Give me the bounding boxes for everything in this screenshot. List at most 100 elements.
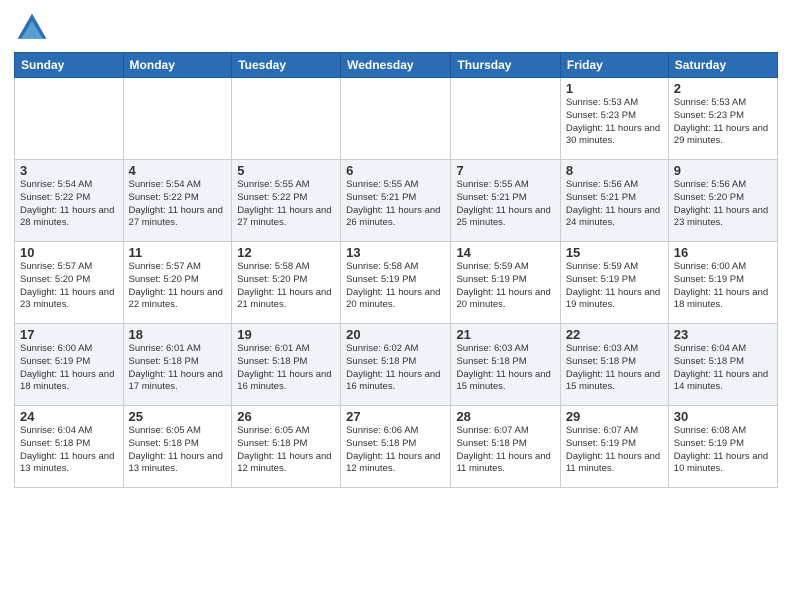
calendar-week-row: 3Sunrise: 5:54 AM Sunset: 5:22 PM Daylig…	[15, 160, 778, 242]
day-number: 14	[456, 245, 554, 260]
day-detail: Sunrise: 6:07 AM Sunset: 5:19 PM Dayligh…	[566, 425, 663, 476]
day-detail: Sunrise: 5:55 AM Sunset: 5:22 PM Dayligh…	[237, 179, 335, 230]
calendar-body: 1Sunrise: 5:53 AM Sunset: 5:23 PM Daylig…	[15, 78, 778, 488]
calendar-cell: 23Sunrise: 6:04 AM Sunset: 5:18 PM Dayli…	[668, 324, 777, 406]
day-detail: Sunrise: 6:01 AM Sunset: 5:18 PM Dayligh…	[237, 343, 335, 394]
day-number: 22	[566, 327, 663, 342]
day-detail: Sunrise: 6:06 AM Sunset: 5:18 PM Dayligh…	[346, 425, 445, 476]
day-detail: Sunrise: 6:01 AM Sunset: 5:18 PM Dayligh…	[129, 343, 227, 394]
day-detail: Sunrise: 5:54 AM Sunset: 5:22 PM Dayligh…	[20, 179, 118, 230]
calendar-cell: 25Sunrise: 6:05 AM Sunset: 5:18 PM Dayli…	[123, 406, 232, 488]
day-detail: Sunrise: 6:02 AM Sunset: 5:18 PM Dayligh…	[346, 343, 445, 394]
day-number: 30	[674, 409, 772, 424]
day-number: 15	[566, 245, 663, 260]
day-detail: Sunrise: 5:53 AM Sunset: 5:23 PM Dayligh…	[566, 97, 663, 148]
calendar-cell	[341, 78, 451, 160]
day-detail: Sunrise: 5:59 AM Sunset: 5:19 PM Dayligh…	[456, 261, 554, 312]
calendar-week-row: 17Sunrise: 6:00 AM Sunset: 5:19 PM Dayli…	[15, 324, 778, 406]
day-number: 1	[566, 81, 663, 96]
day-detail: Sunrise: 6:00 AM Sunset: 5:19 PM Dayligh…	[20, 343, 118, 394]
calendar-cell: 28Sunrise: 6:07 AM Sunset: 5:18 PM Dayli…	[451, 406, 560, 488]
day-detail: Sunrise: 6:04 AM Sunset: 5:18 PM Dayligh…	[674, 343, 772, 394]
day-number: 10	[20, 245, 118, 260]
calendar-cell: 27Sunrise: 6:06 AM Sunset: 5:18 PM Dayli…	[341, 406, 451, 488]
day-detail: Sunrise: 6:03 AM Sunset: 5:18 PM Dayligh…	[566, 343, 663, 394]
calendar-cell: 15Sunrise: 5:59 AM Sunset: 5:19 PM Dayli…	[560, 242, 668, 324]
day-detail: Sunrise: 5:56 AM Sunset: 5:21 PM Dayligh…	[566, 179, 663, 230]
weekday-header: Friday	[560, 53, 668, 78]
day-number: 17	[20, 327, 118, 342]
calendar-cell: 5Sunrise: 5:55 AM Sunset: 5:22 PM Daylig…	[232, 160, 341, 242]
calendar-cell: 6Sunrise: 5:55 AM Sunset: 5:21 PM Daylig…	[341, 160, 451, 242]
calendar-cell: 24Sunrise: 6:04 AM Sunset: 5:18 PM Dayli…	[15, 406, 124, 488]
day-number: 8	[566, 163, 663, 178]
calendar-cell: 30Sunrise: 6:08 AM Sunset: 5:19 PM Dayli…	[668, 406, 777, 488]
day-detail: Sunrise: 6:03 AM Sunset: 5:18 PM Dayligh…	[456, 343, 554, 394]
day-detail: Sunrise: 5:57 AM Sunset: 5:20 PM Dayligh…	[129, 261, 227, 312]
calendar-cell: 29Sunrise: 6:07 AM Sunset: 5:19 PM Dayli…	[560, 406, 668, 488]
calendar-cell: 19Sunrise: 6:01 AM Sunset: 5:18 PM Dayli…	[232, 324, 341, 406]
calendar-cell: 14Sunrise: 5:59 AM Sunset: 5:19 PM Dayli…	[451, 242, 560, 324]
calendar-cell: 20Sunrise: 6:02 AM Sunset: 5:18 PM Dayli…	[341, 324, 451, 406]
day-number: 11	[129, 245, 227, 260]
day-number: 23	[674, 327, 772, 342]
day-detail: Sunrise: 5:57 AM Sunset: 5:20 PM Dayligh…	[20, 261, 118, 312]
calendar-cell: 12Sunrise: 5:58 AM Sunset: 5:20 PM Dayli…	[232, 242, 341, 324]
weekday-header: Tuesday	[232, 53, 341, 78]
calendar-cell: 11Sunrise: 5:57 AM Sunset: 5:20 PM Dayli…	[123, 242, 232, 324]
header	[14, 10, 778, 46]
day-number: 28	[456, 409, 554, 424]
day-number: 9	[674, 163, 772, 178]
calendar-cell: 22Sunrise: 6:03 AM Sunset: 5:18 PM Dayli…	[560, 324, 668, 406]
day-number: 4	[129, 163, 227, 178]
calendar-week-row: 1Sunrise: 5:53 AM Sunset: 5:23 PM Daylig…	[15, 78, 778, 160]
day-detail: Sunrise: 5:55 AM Sunset: 5:21 PM Dayligh…	[346, 179, 445, 230]
calendar-week-row: 10Sunrise: 5:57 AM Sunset: 5:20 PM Dayli…	[15, 242, 778, 324]
calendar-cell: 21Sunrise: 6:03 AM Sunset: 5:18 PM Dayli…	[451, 324, 560, 406]
day-number: 2	[674, 81, 772, 96]
day-detail: Sunrise: 6:07 AM Sunset: 5:18 PM Dayligh…	[456, 425, 554, 476]
calendar-cell: 4Sunrise: 5:54 AM Sunset: 5:22 PM Daylig…	[123, 160, 232, 242]
calendar-cell: 9Sunrise: 5:56 AM Sunset: 5:20 PM Daylig…	[668, 160, 777, 242]
day-detail: Sunrise: 5:56 AM Sunset: 5:20 PM Dayligh…	[674, 179, 772, 230]
calendar-cell: 2Sunrise: 5:53 AM Sunset: 5:23 PM Daylig…	[668, 78, 777, 160]
weekday-header: Monday	[123, 53, 232, 78]
weekday-header: Wednesday	[341, 53, 451, 78]
calendar-cell: 8Sunrise: 5:56 AM Sunset: 5:21 PM Daylig…	[560, 160, 668, 242]
calendar-cell: 17Sunrise: 6:00 AM Sunset: 5:19 PM Dayli…	[15, 324, 124, 406]
day-number: 7	[456, 163, 554, 178]
day-number: 6	[346, 163, 445, 178]
day-detail: Sunrise: 5:54 AM Sunset: 5:22 PM Dayligh…	[129, 179, 227, 230]
day-detail: Sunrise: 6:00 AM Sunset: 5:19 PM Dayligh…	[674, 261, 772, 312]
day-number: 27	[346, 409, 445, 424]
day-number: 24	[20, 409, 118, 424]
calendar-cell	[232, 78, 341, 160]
calendar: SundayMondayTuesdayWednesdayThursdayFrid…	[14, 52, 778, 488]
calendar-cell: 7Sunrise: 5:55 AM Sunset: 5:21 PM Daylig…	[451, 160, 560, 242]
day-number: 21	[456, 327, 554, 342]
calendar-cell	[15, 78, 124, 160]
logo	[14, 10, 54, 46]
day-number: 3	[20, 163, 118, 178]
day-detail: Sunrise: 5:53 AM Sunset: 5:23 PM Dayligh…	[674, 97, 772, 148]
calendar-cell: 13Sunrise: 5:58 AM Sunset: 5:19 PM Dayli…	[341, 242, 451, 324]
calendar-header: SundayMondayTuesdayWednesdayThursdayFrid…	[15, 53, 778, 78]
day-number: 12	[237, 245, 335, 260]
day-number: 13	[346, 245, 445, 260]
weekday-row: SundayMondayTuesdayWednesdayThursdayFrid…	[15, 53, 778, 78]
day-number: 20	[346, 327, 445, 342]
page: SundayMondayTuesdayWednesdayThursdayFrid…	[0, 0, 792, 612]
day-detail: Sunrise: 5:58 AM Sunset: 5:20 PM Dayligh…	[237, 261, 335, 312]
calendar-cell: 26Sunrise: 6:05 AM Sunset: 5:18 PM Dayli…	[232, 406, 341, 488]
day-number: 29	[566, 409, 663, 424]
weekday-header: Sunday	[15, 53, 124, 78]
day-number: 18	[129, 327, 227, 342]
calendar-cell: 16Sunrise: 6:00 AM Sunset: 5:19 PM Dayli…	[668, 242, 777, 324]
day-number: 16	[674, 245, 772, 260]
day-number: 5	[237, 163, 335, 178]
calendar-cell: 1Sunrise: 5:53 AM Sunset: 5:23 PM Daylig…	[560, 78, 668, 160]
day-detail: Sunrise: 6:04 AM Sunset: 5:18 PM Dayligh…	[20, 425, 118, 476]
day-detail: Sunrise: 5:59 AM Sunset: 5:19 PM Dayligh…	[566, 261, 663, 312]
day-detail: Sunrise: 6:08 AM Sunset: 5:19 PM Dayligh…	[674, 425, 772, 476]
day-number: 26	[237, 409, 335, 424]
